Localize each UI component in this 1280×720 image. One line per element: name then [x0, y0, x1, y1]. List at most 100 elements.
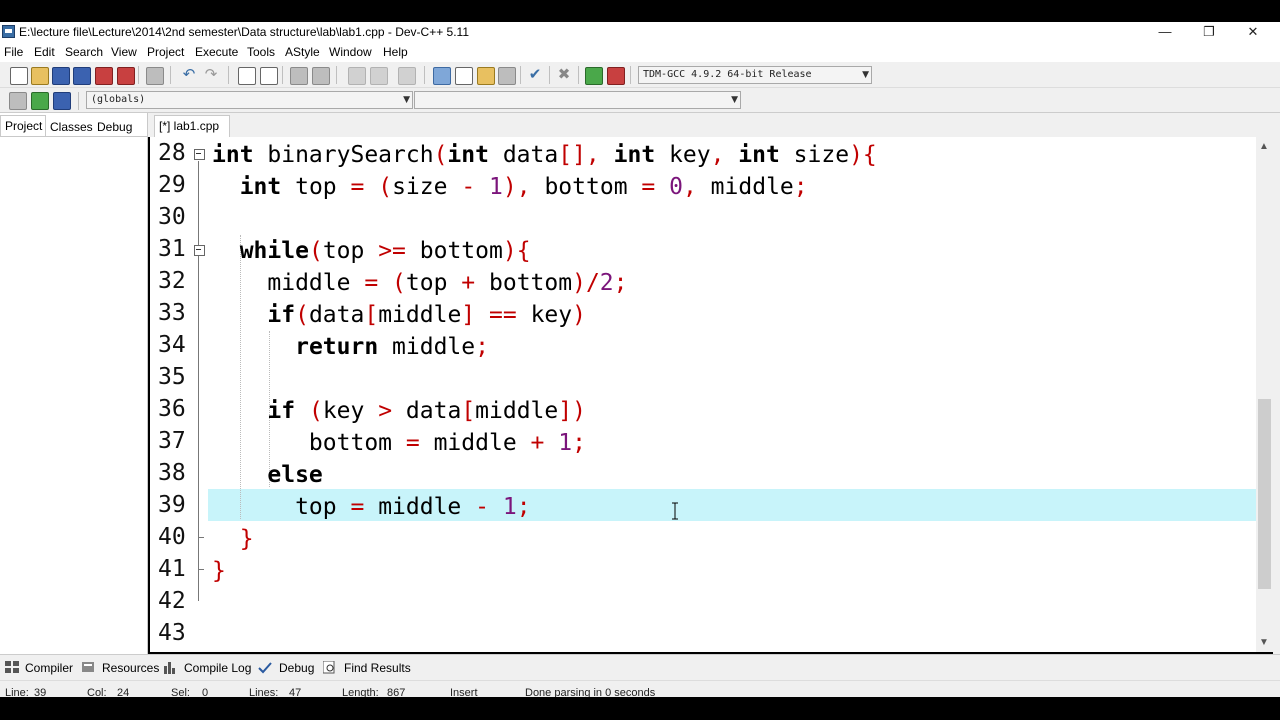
compiler-select-value: TDM-GCC 4.9.2 64-bit Release [643, 69, 812, 80]
code-editor[interactable]: 28 29 30 31 32 33 34 35 36 37 38 39 40 41 42 43 int bin… [150, 137, 1256, 652]
bookmark-icon[interactable] [312, 67, 330, 85]
code-token: middle [419, 430, 531, 456]
line-number-gutter: 28 29 30 31 32 33 34 35 36 37 38 39 40 41 42 43 [150, 137, 208, 652]
scroll-down-icon[interactable]: ▼ [1259, 637, 1269, 648]
code-line[interactable]: if (key > data[middle]) [212, 395, 586, 427]
check-syntax-icon[interactable]: ✔ [527, 67, 543, 83]
delete-profile-icon[interactable] [607, 67, 625, 85]
scope-select[interactable]: (globals) ▼ [86, 91, 413, 109]
compiler-select[interactable]: TDM-GCC 4.9.2 64-bit Release ▼ [638, 66, 872, 84]
tab-compile-log[interactable]: Compile Log [184, 661, 251, 675]
check-icon [258, 662, 272, 674]
code-line[interactable]: } [212, 555, 226, 587]
menu-help[interactable]: Help [383, 45, 408, 59]
scrollbar-thumb[interactable] [1258, 399, 1271, 589]
tab-compiler[interactable]: Compiler [25, 661, 73, 675]
code-token: ] [461, 302, 476, 328]
code-line[interactable]: middle = (top + bottom)/2; [212, 267, 627, 299]
code-line[interactable]: top = middle - 1; [212, 491, 530, 523]
code-token: } [239, 526, 254, 552]
goto-definition-icon[interactable] [53, 92, 71, 110]
open-file-icon[interactable] [31, 67, 49, 85]
class-toolbar: (globals) ▼ ▼ [0, 88, 1280, 113]
devcpp-app-icon [2, 25, 15, 38]
print-icon[interactable] [146, 67, 164, 85]
tab-find-results[interactable]: Find Results [344, 661, 411, 675]
find-icon[interactable] [238, 67, 256, 85]
code-line[interactable]: bottom = middle + 1; [212, 427, 586, 459]
toolbar-separator [228, 66, 229, 84]
indent-icon[interactable] [348, 67, 366, 85]
window-icon[interactable] [455, 67, 473, 85]
member-select[interactable]: ▼ [414, 91, 741, 109]
code-line[interactable]: int binarySearch(int data[], int key, in… [212, 139, 877, 171]
code-line[interactable]: if(data[middle] == key) [212, 299, 586, 331]
goto-declaration-icon[interactable] [31, 92, 49, 110]
code-token: data [308, 302, 365, 328]
code-line[interactable]: } [212, 523, 254, 555]
code-token: - [461, 174, 476, 200]
tab-classes[interactable]: Classes [50, 120, 93, 134]
code-line[interactable]: else [212, 459, 322, 491]
fold-line [198, 161, 199, 601]
code-token: top [405, 270, 462, 296]
line-number: 37 [158, 428, 186, 454]
class-browser-icon[interactable] [498, 67, 516, 85]
compiler-grid-icon [5, 661, 19, 673]
toggle-comment-icon[interactable] [398, 67, 416, 85]
menu-search[interactable]: Search [65, 45, 103, 59]
close-button[interactable]: ✕ [1230, 22, 1276, 42]
stop-execution-icon[interactable]: ✖ [556, 67, 572, 83]
tab-debug-output[interactable]: Debug [279, 661, 314, 675]
profile-chart-icon[interactable] [585, 67, 603, 85]
code-token: key [322, 398, 379, 424]
insert-icon[interactable] [9, 92, 27, 110]
unindent-icon[interactable] [370, 67, 388, 85]
menu-view[interactable]: View [111, 45, 137, 59]
menu-window[interactable]: Window [329, 45, 372, 59]
save-all-icon[interactable] [73, 67, 91, 85]
menu-edit[interactable]: Edit [34, 45, 55, 59]
minimize-button[interactable]: — [1142, 22, 1188, 42]
file-tab-lab1[interactable]: [*] lab1.cpp [154, 115, 230, 137]
code-token: bottom [475, 270, 573, 296]
new-project-icon[interactable] [433, 67, 451, 85]
menu-execute[interactable]: Execute [195, 45, 238, 59]
redo-icon[interactable]: ↷ [203, 67, 219, 83]
new-file-icon[interactable] [10, 67, 28, 85]
code-token: data [392, 398, 462, 424]
close-file-icon[interactable] [95, 67, 113, 85]
toolbar-separator [578, 66, 579, 84]
code-token: , [682, 174, 697, 200]
menu-file[interactable]: File [4, 45, 23, 59]
menu-astyle[interactable]: AStyle [285, 45, 320, 59]
vertical-scrollbar[interactable]: ▲ ▼ [1256, 137, 1273, 652]
restore-button[interactable]: ❐ [1186, 22, 1232, 42]
menu-project[interactable]: Project [147, 45, 184, 59]
replace-icon[interactable] [260, 67, 278, 85]
code-token: key [516, 302, 573, 328]
undo-icon[interactable]: ↶ [181, 67, 197, 83]
code-line[interactable]: int top = (size - 1), bottom = 0, middle… [212, 171, 808, 203]
tab-project[interactable]: Project [5, 119, 42, 133]
tab-resources[interactable]: Resources [102, 661, 159, 675]
code-line[interactable]: return middle; [212, 331, 489, 363]
tab-debug[interactable]: Debug [97, 120, 132, 134]
save-icon[interactable] [52, 67, 70, 85]
project-options-icon[interactable] [477, 67, 495, 85]
goto-line-icon[interactable] [290, 67, 308, 85]
line-number: 33 [158, 300, 186, 326]
menu-tools[interactable]: Tools [247, 45, 275, 59]
scroll-up-icon[interactable]: ▲ [1259, 141, 1269, 152]
status-lines-label: Lines: [249, 687, 279, 697]
code-token: ( [308, 398, 323, 424]
code-token: while [239, 238, 309, 264]
close-all-icon[interactable] [117, 67, 135, 85]
code-line[interactable]: while(top >= bottom){ [212, 235, 531, 267]
